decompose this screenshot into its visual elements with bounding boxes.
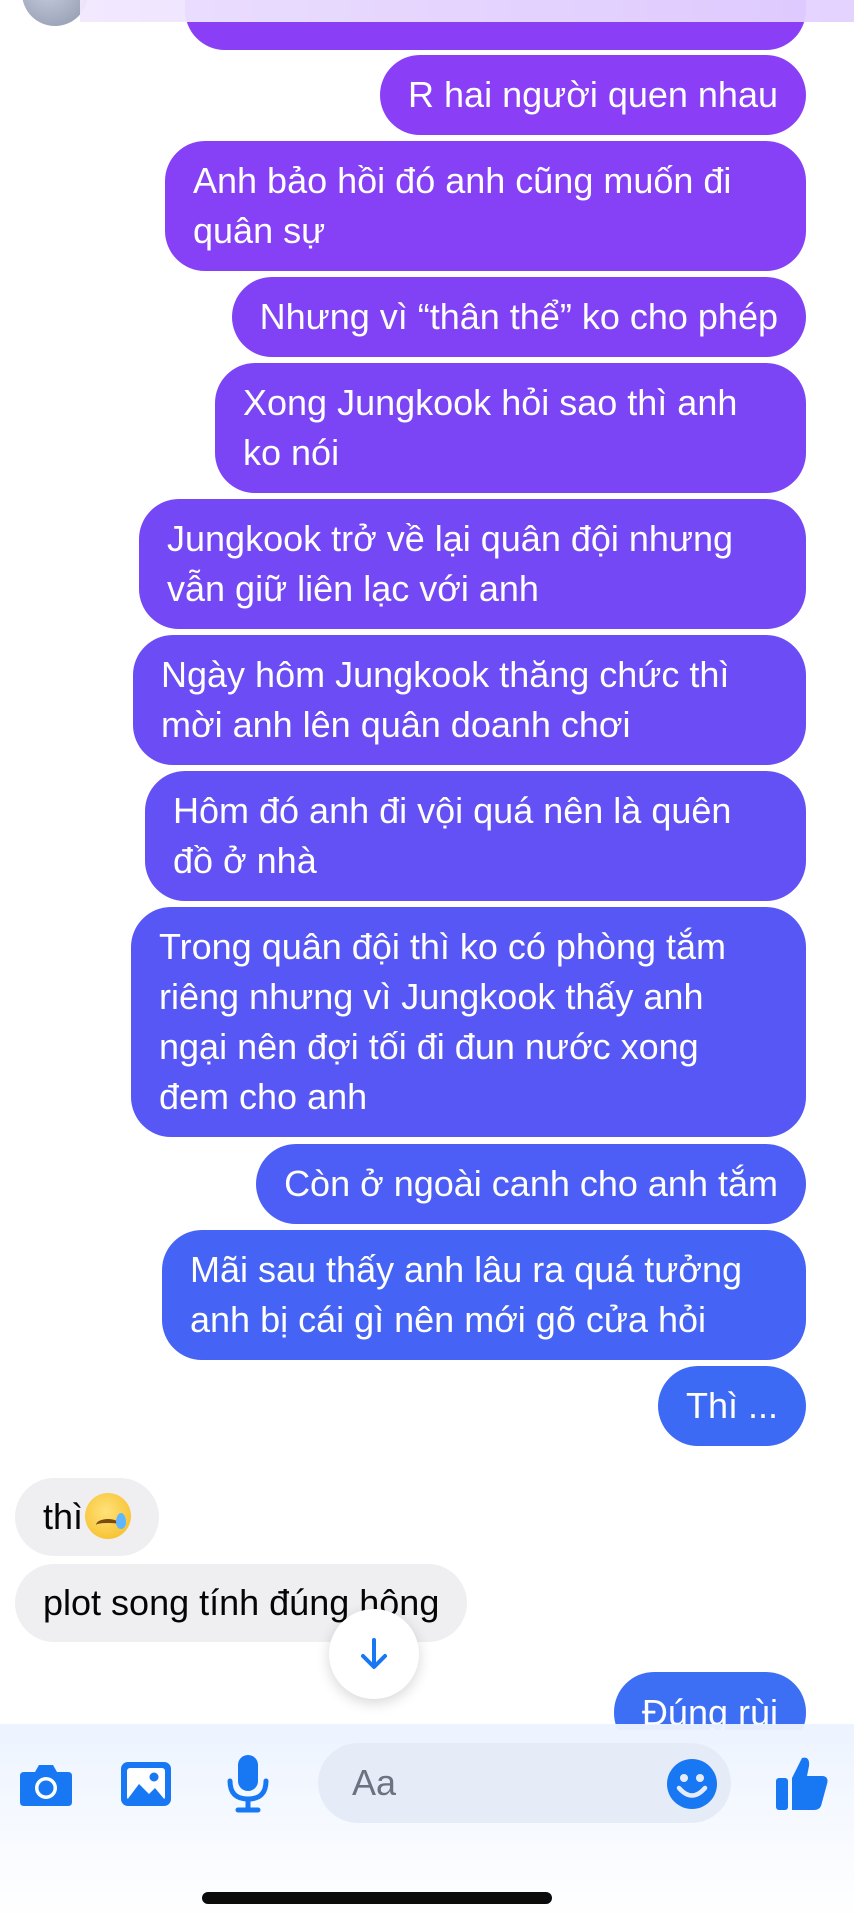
- crying-face-emoji: [85, 1493, 132, 1539]
- scroll-to-bottom-button[interactable]: [329, 1609, 419, 1699]
- outgoing-message[interactable]: Còn ở ngoài canh cho anh tắm: [256, 1144, 806, 1224]
- message-line: Anh bảo hồi đó anh cũng muốn đi: [193, 160, 732, 201]
- message-line: ko nói: [243, 432, 340, 473]
- home-indicator: [202, 1892, 552, 1904]
- message-line: đồ ở nhà: [173, 840, 317, 881]
- emoji-icon: [667, 1759, 717, 1809]
- thumbs-up-icon: [776, 1757, 828, 1810]
- message-line: Jungkook trở về lại quân đội nhưng: [167, 518, 734, 559]
- message-line: anh bị cái gì nên mới gõ cửa hỏi: [190, 1299, 707, 1340]
- outgoing-message-partial[interactable]: Đúng rùi: [613, 1672, 806, 1730]
- outgoing-message[interactable]: Mãi sau thấy anh lâu ra quá tưởng anh bị…: [162, 1230, 806, 1360]
- message-line: Trong quân đội thì ko có phòng tắm: [159, 926, 727, 967]
- camera-icon: [20, 1765, 72, 1806]
- outgoing-message[interactable]: Ngày hôm Jungkook thăng chức thì mời anh…: [133, 635, 806, 765]
- avatar: [22, 0, 88, 26]
- message-line: Mãi sau thấy anh lâu ra quá tưởng: [190, 1249, 743, 1290]
- message-line: quân sự: [193, 210, 326, 251]
- message-text: thì: [43, 1496, 84, 1537]
- outgoing-message[interactable]: R hai người quen nhau: [380, 55, 806, 135]
- arrow-down-icon: [361, 1638, 387, 1669]
- message-line: mời anh lên quân doanh chơi: [161, 704, 631, 745]
- message-line: vẫn giữ liên lạc với anh: [167, 568, 539, 609]
- outgoing-message[interactable]: Nhưng vì “thân thể” ko cho phép: [231, 277, 806, 357]
- outgoing-message[interactable]: Thì ...: [657, 1366, 806, 1446]
- message-text: Nhưng vì “thân thể” ko cho phép: [259, 296, 778, 337]
- like-button[interactable]: [772, 1752, 832, 1814]
- outgoing-message[interactable]: Anh bảo hồi đó anh cũng muốn đi quân sự: [165, 141, 806, 271]
- message-text: Thì ...: [685, 1385, 778, 1426]
- voice-record-button[interactable]: [220, 1752, 276, 1814]
- message-thread[interactable]: R hai người quen nhau Anh bảo hồi đó anh…: [0, 0, 854, 1730]
- message-line: Ngày hôm Jungkook thăng chức thì: [161, 654, 730, 695]
- message-line: riêng nhưng vì Jungkook thấy anh: [159, 976, 704, 1017]
- header-fade: [80, 0, 854, 22]
- message-line: Xong Jungkook hỏi sao thì anh: [243, 382, 738, 423]
- camera-button[interactable]: [18, 1756, 74, 1812]
- gallery-button[interactable]: [118, 1756, 174, 1812]
- message-input-placeholder: Aa: [352, 1762, 397, 1803]
- microphone-icon: [227, 1755, 269, 1813]
- message-line: đem cho anh: [159, 1076, 368, 1117]
- image-icon: [121, 1762, 171, 1806]
- outgoing-message[interactable]: Xong Jungkook hỏi sao thì anh ko nói: [215, 363, 806, 493]
- emoji-button[interactable]: [664, 1756, 720, 1812]
- outgoing-message[interactable]: Jungkook trở về lại quân đội nhưng vẫn g…: [139, 499, 806, 629]
- outgoing-message[interactable]: Hôm đó anh đi vội quá nên là quên đồ ở n…: [145, 771, 806, 901]
- message-line: ngại nên đợi tối đi đun nước xong: [159, 1026, 699, 1067]
- outgoing-message[interactable]: Trong quân đội thì ko có phòng tắm riêng…: [131, 907, 806, 1137]
- message-line: Hôm đó anh đi vội quá nên là quên: [173, 790, 732, 831]
- message-text: Còn ở ngoài canh cho anh tắm: [284, 1163, 778, 1204]
- incoming-message[interactable]: thì: [15, 1478, 160, 1556]
- message-text: R hai người quen nhau: [408, 74, 778, 115]
